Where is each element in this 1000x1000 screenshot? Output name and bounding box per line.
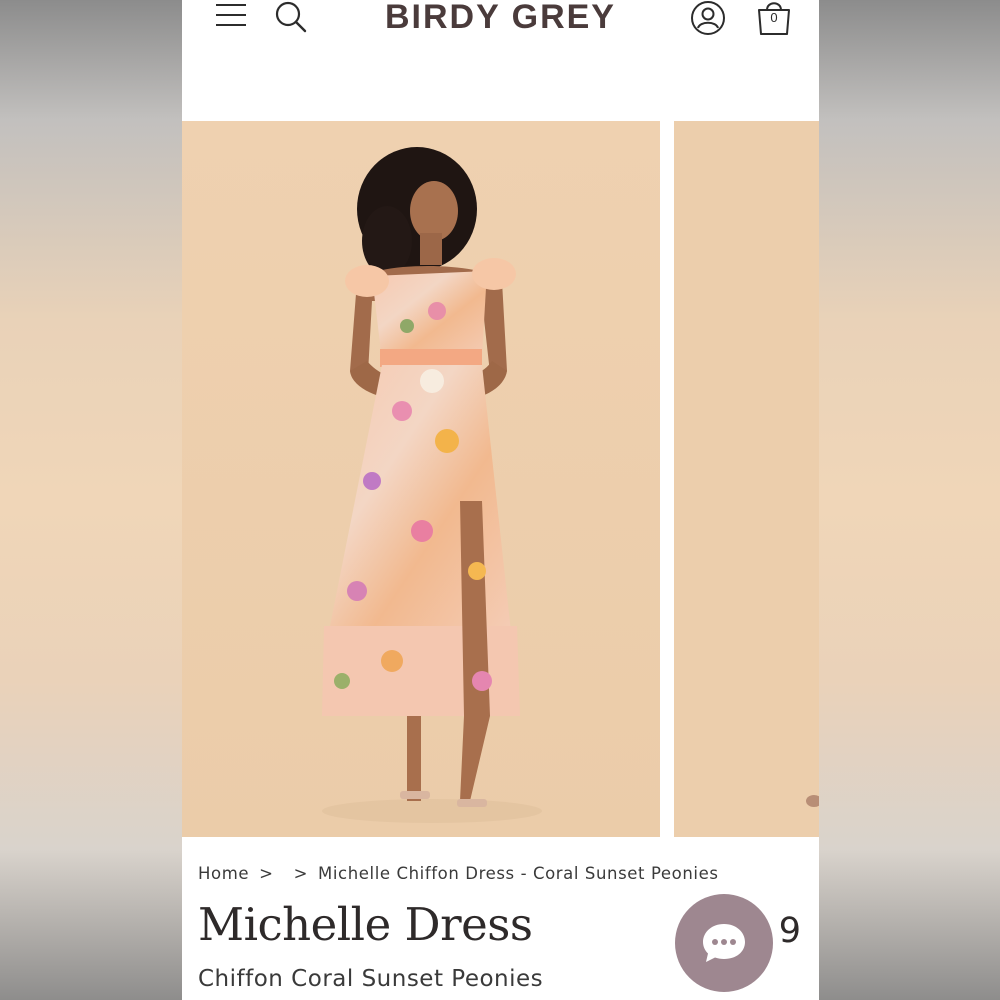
product-photo-main[interactable] xyxy=(182,121,660,837)
breadcrumb-current: Michelle Chiffon Dress - Coral Sunset Pe… xyxy=(318,864,719,883)
breadcrumb: Home > > Michelle Chiffon Dress - Coral Sun… xyxy=(198,864,719,883)
blurred-background-left xyxy=(0,0,182,1000)
product-subtitle: Chiffon Coral Sunset Peonies xyxy=(198,966,544,992)
breadcrumb-separator: > xyxy=(259,864,274,883)
site-header: BIRDY GREY 0 xyxy=(182,0,819,120)
product-photo-next[interactable] xyxy=(674,121,819,837)
blurred-background-right xyxy=(819,0,1000,1000)
chat-button[interactable] xyxy=(675,894,773,992)
account-icon[interactable] xyxy=(690,0,726,36)
bag-count-badge: 0 xyxy=(770,10,778,25)
model-next-image xyxy=(674,121,819,837)
product-image-gallery xyxy=(182,121,819,837)
product-title: Michelle Dress xyxy=(198,898,533,951)
shopping-bag-button[interactable]: 0 xyxy=(755,0,793,38)
mobile-page: BIRDY GREY 0 Home > > Michelle Chiffon D… xyxy=(182,0,819,1000)
chat-bubble-icon xyxy=(703,924,745,962)
product-price: 9 xyxy=(778,911,801,951)
model-floral-dress-image xyxy=(182,121,660,837)
breadcrumb-home-link[interactable]: Home xyxy=(198,864,249,883)
breadcrumb-separator: > xyxy=(293,864,309,883)
